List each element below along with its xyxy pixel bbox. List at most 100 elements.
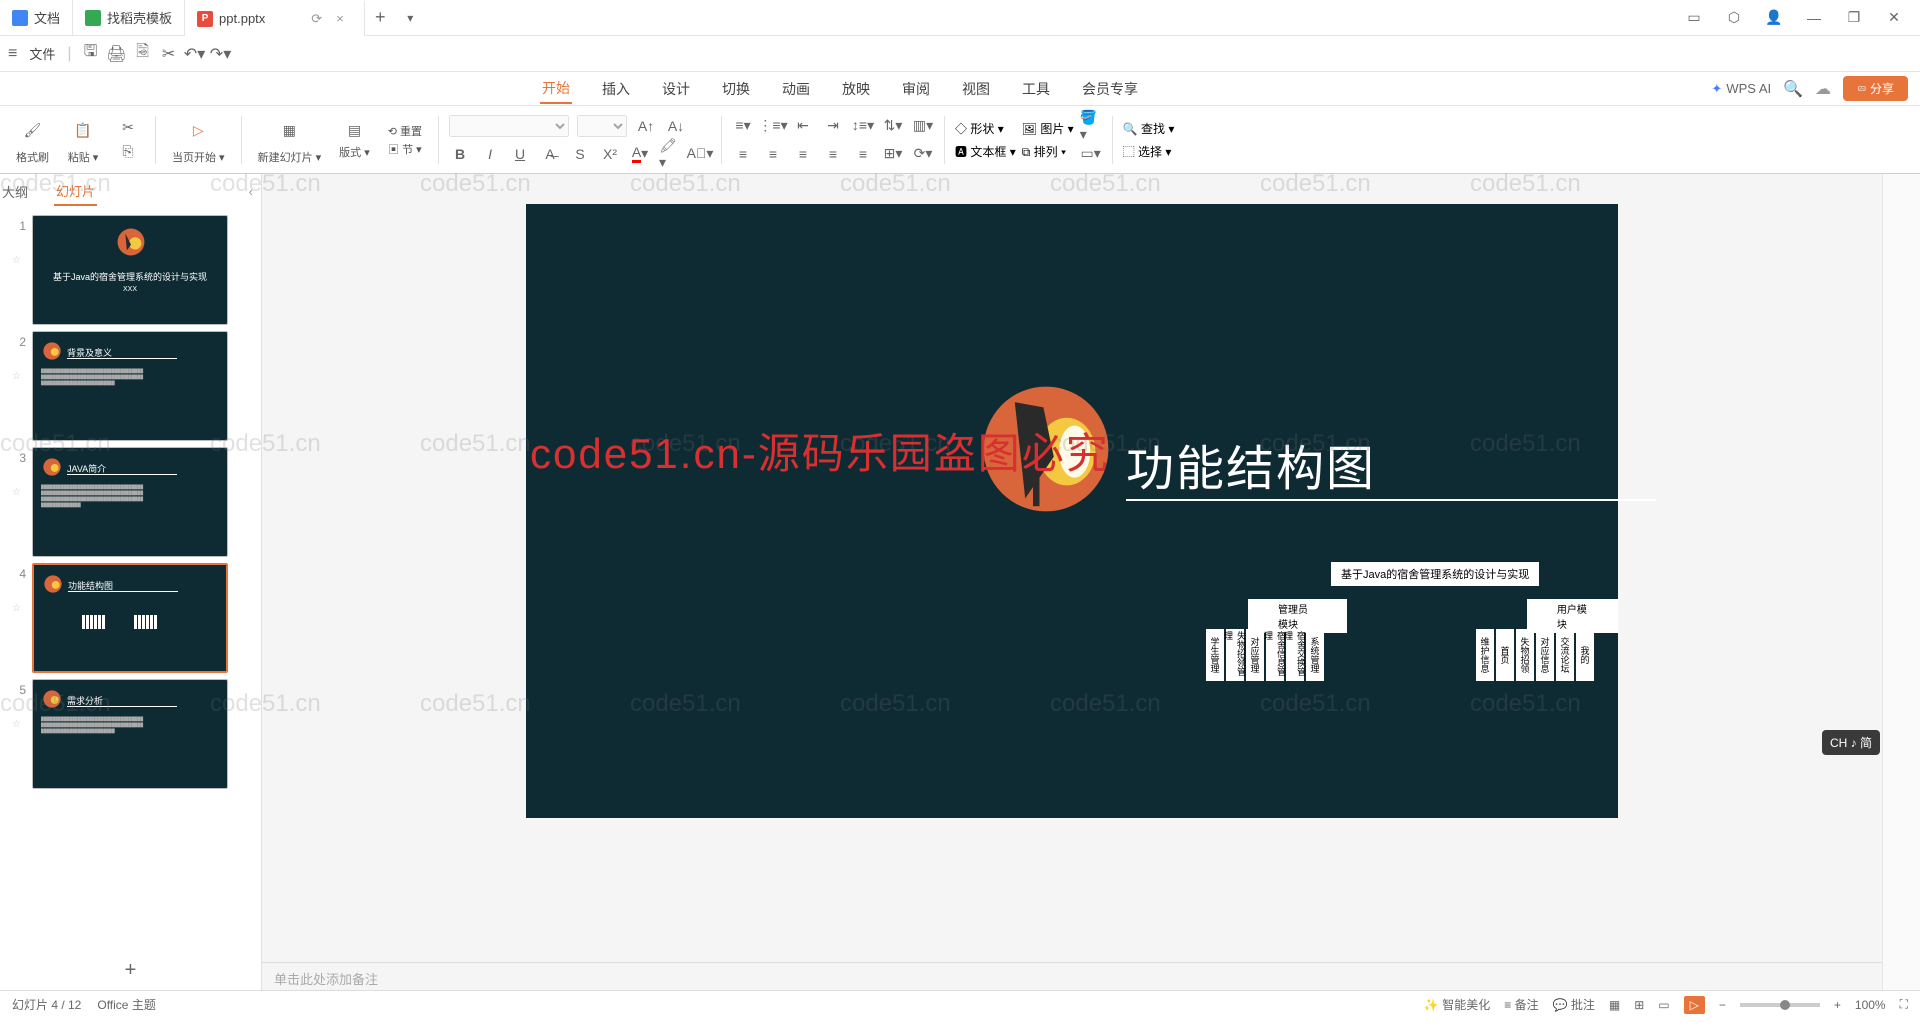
- strike-icon[interactable]: A̶: [539, 143, 561, 165]
- star-icon[interactable]: ☆: [12, 465, 26, 498]
- org-leaf[interactable]: 失物招领管理: [1226, 629, 1244, 681]
- add-slide-button[interactable]: +: [0, 951, 261, 990]
- save-icon[interactable]: 🖫: [82, 45, 100, 63]
- font-size-select[interactable]: [577, 115, 627, 137]
- org-leaf[interactable]: 系统管理: [1306, 629, 1324, 681]
- share-button[interactable]: ⮹ 分享: [1843, 76, 1908, 101]
- slides-tab[interactable]: 幻灯片: [54, 177, 97, 206]
- reading-view-icon[interactable]: ▭: [1658, 998, 1669, 1012]
- notes-toggle[interactable]: ≡ 备注: [1504, 996, 1538, 1013]
- slide-thumbnail-5[interactable]: 需求分析 ███████████████████████████████████…: [32, 679, 228, 789]
- collapse-panel-icon[interactable]: ‹: [249, 184, 253, 199]
- org-leaf[interactable]: 宿舍交换管理: [1286, 629, 1304, 681]
- org-leaf[interactable]: 对应信息: [1536, 629, 1554, 681]
- ribbon-tab-start[interactable]: 开始: [540, 74, 572, 104]
- slide-title[interactable]: 功能结构图: [1126, 429, 1376, 499]
- new-slide-button[interactable]: ▦新建幻灯片 ▾: [252, 115, 328, 165]
- comments-toggle[interactable]: 💬 批注: [1553, 996, 1595, 1013]
- close-icon[interactable]: ×: [336, 11, 352, 26]
- cut-icon[interactable]: ✂: [160, 45, 178, 63]
- superscript-icon[interactable]: X²: [599, 143, 621, 165]
- beautify-button[interactable]: ✨ 智能美化: [1424, 996, 1490, 1013]
- picture-button[interactable]: 🖼 图片 ▾: [1022, 120, 1074, 137]
- org-root-box[interactable]: 基于Java的宿舍管理系统的设计与实现: [1331, 562, 1539, 586]
- format-painter-button[interactable]: 🖌格式刷: [10, 115, 55, 165]
- tab-ppt[interactable]: P ppt.pptx ⟳ ×: [185, 0, 365, 36]
- org-mid-box[interactable]: 用户模块: [1527, 599, 1618, 633]
- org-leaf[interactable]: 我的: [1576, 629, 1594, 681]
- start-from-current-button[interactable]: ▷当页开始 ▾: [166, 115, 231, 165]
- star-icon[interactable]: ☆: [12, 697, 26, 730]
- slide-canvas[interactable]: 功能结构图 基于Java的宿舍管理系统的设计与实现 管理员模块 用户模块 学生管…: [526, 204, 1618, 818]
- columns-icon[interactable]: ▥▾: [912, 115, 934, 137]
- print-icon[interactable]: 🖨: [108, 45, 126, 63]
- strikethrough-icon[interactable]: S: [569, 143, 591, 165]
- outline-tab[interactable]: 大纲: [0, 178, 30, 205]
- slideshow-view-icon[interactable]: ▷: [1684, 996, 1705, 1014]
- zoom-slider[interactable]: [1740, 1003, 1820, 1007]
- slide-thumbnail-3[interactable]: JAVA简介 █████████████████████████████████…: [32, 447, 228, 557]
- find-button[interactable]: 🔍 查找 ▾: [1123, 120, 1175, 137]
- notes-placeholder[interactable]: 单击此处添加备注: [262, 962, 1882, 990]
- org-mid-box[interactable]: 管理员模块: [1248, 599, 1347, 633]
- highlight-icon[interactable]: 🖍▾: [659, 143, 681, 165]
- slide-thumbnail-1[interactable]: 基于Java的宿舍管理系统的设计与实现 XXX: [32, 215, 228, 325]
- ribbon-tab-review[interactable]: 审阅: [900, 75, 932, 103]
- close-button[interactable]: ✕: [1876, 2, 1912, 34]
- preview-icon[interactable]: 🗟: [134, 45, 152, 63]
- fit-window-icon[interactable]: ⛶: [1900, 997, 1908, 1012]
- decrease-font-icon[interactable]: A↓: [665, 115, 687, 137]
- tab-menu-button[interactable]: ▾: [395, 11, 425, 25]
- vertical-align-icon[interactable]: ⊞▾: [882, 143, 904, 165]
- ribbon-tab-slideshow[interactable]: 放映: [840, 75, 872, 103]
- new-tab-button[interactable]: +: [365, 7, 395, 28]
- shape-button[interactable]: ◇ 形状 ▾: [955, 120, 1004, 137]
- indent-inc-icon[interactable]: ⇥: [822, 115, 844, 137]
- maximize-button[interactable]: ❐: [1836, 2, 1872, 34]
- minimize-button[interactable]: —: [1796, 2, 1832, 34]
- font-family-select[interactable]: [449, 115, 569, 137]
- line-spacing-icon[interactable]: ↕≡▾: [852, 115, 874, 137]
- search-icon[interactable]: 🔍: [1783, 79, 1803, 99]
- normal-view-icon[interactable]: ▦: [1609, 998, 1620, 1012]
- win-box-icon[interactable]: ⬡: [1716, 2, 1752, 34]
- redo-icon[interactable]: ↷▾: [212, 45, 230, 63]
- align-left-icon[interactable]: ≡: [732, 143, 754, 165]
- sorter-view-icon[interactable]: ⊞: [1634, 998, 1644, 1012]
- bold-icon[interactable]: B: [449, 143, 471, 165]
- fill-color-icon[interactable]: 🪣▾: [1080, 115, 1102, 137]
- rotate-text-icon[interactable]: ⟳▾: [912, 143, 934, 165]
- numbering-icon[interactable]: ⋮≡▾: [762, 115, 784, 137]
- org-leaf[interactable]: 首页: [1496, 629, 1514, 681]
- cut-icon[interactable]: ✂: [117, 117, 139, 139]
- align-center-icon[interactable]: ≡: [762, 143, 784, 165]
- zoom-out-button[interactable]: −: [1719, 998, 1726, 1012]
- file-menu[interactable]: 文件: [21, 40, 63, 67]
- paste-button[interactable]: 📋粘贴 ▾: [61, 115, 105, 165]
- star-icon[interactable]: ☆: [12, 233, 26, 266]
- win-user-icon[interactable]: 👤: [1756, 2, 1792, 34]
- clear-format-icon[interactable]: A⃠▾: [689, 143, 711, 165]
- underline-icon[interactable]: U: [509, 143, 531, 165]
- bullets-icon[interactable]: ≡▾: [732, 115, 754, 137]
- textbox-button[interactable]: 🅰 文本框 ▾: [955, 143, 1016, 160]
- increase-font-icon[interactable]: A↑: [635, 115, 657, 137]
- zoom-in-button[interactable]: +: [1834, 998, 1841, 1012]
- tab-search-templates[interactable]: 找稻壳模板: [73, 0, 185, 36]
- section-button[interactable]: ▣ 节 ▾: [388, 141, 422, 157]
- text-direction-icon[interactable]: ⇅▾: [882, 115, 904, 137]
- org-leaf[interactable]: 交流论坛: [1556, 629, 1574, 681]
- ribbon-tab-insert[interactable]: 插入: [600, 75, 632, 103]
- slide-thumbnail-2[interactable]: 背景及意义 ██████████████████████████████████…: [32, 331, 228, 441]
- line-color-icon[interactable]: ▭▾: [1080, 143, 1102, 165]
- ribbon-tab-design[interactable]: 设计: [660, 75, 692, 103]
- font-color-icon[interactable]: A▾: [629, 143, 651, 165]
- reset-button[interactable]: ⟲ 重置: [388, 123, 422, 139]
- select-button[interactable]: ⬚ 选择 ▾: [1123, 143, 1172, 160]
- arrange-button[interactable]: ⧉ 排列 ▾: [1022, 143, 1066, 160]
- undo-icon[interactable]: ↶▾: [186, 45, 204, 63]
- distribute-icon[interactable]: ≡: [852, 143, 874, 165]
- copy-icon[interactable]: ⎘: [117, 141, 139, 163]
- ribbon-tab-vip[interactable]: 会员专享: [1080, 75, 1140, 103]
- star-icon[interactable]: ☆: [12, 349, 26, 382]
